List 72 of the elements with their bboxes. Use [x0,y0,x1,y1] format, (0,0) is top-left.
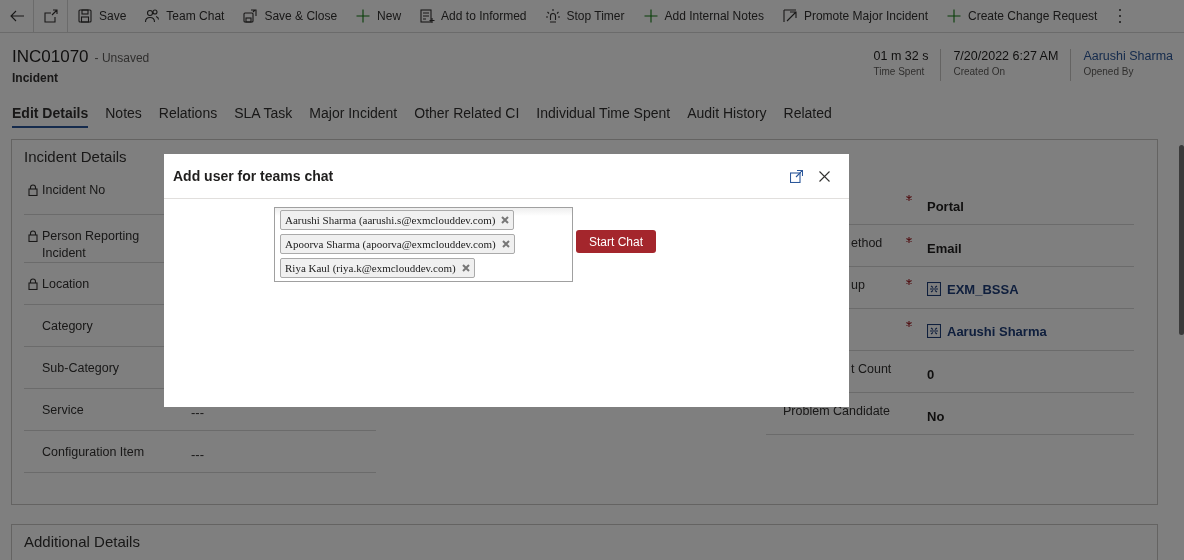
field-label: Category [42,318,93,335]
record-icon [927,324,941,338]
user-name: Apoorva Sharma (apoorva@exmclouddev.com) [285,238,496,250]
list-add-icon [419,8,436,24]
dialog-title: Add user for teams chat [173,168,334,184]
tab[interactable]: Other Related CI [414,105,520,128]
save-status: - Unsaved [94,51,150,65]
tab[interactable]: SLA Task [234,105,293,128]
record-icon [927,282,941,296]
section-title: Additional Details [24,533,141,550]
remove-icon[interactable] [501,240,510,248]
header-link[interactable]: Aarushi Sharma [1083,49,1173,63]
save-icon [77,8,93,24]
light-icon [544,8,561,24]
toolbar-button[interactable]: Stop Timer [535,0,634,32]
more-icon [1118,8,1123,24]
remove-icon[interactable] [501,216,510,224]
field-label: Sub-Category [42,360,120,377]
field-value: Email [927,240,962,258]
start-chat-button[interactable]: Start Chat [576,230,657,253]
plus-icon [946,8,962,24]
toolbar-button[interactable]: Save [68,0,136,32]
tab[interactable]: Edit Details [12,105,89,128]
header-value: 01 m 32 s [873,49,929,63]
user-name: Riya Kaul (riya.k@exmclouddev.com) [285,262,456,274]
field-value: --- [191,404,204,422]
field-value: 0 [927,366,935,384]
toolbar-button[interactable]: Add Internal Notes [633,0,773,32]
field-label: Incident No [42,182,106,199]
record-title: INC01070 [12,47,89,67]
field-value: --- [191,446,204,464]
remove-icon[interactable] [461,264,470,272]
tab[interactable]: Individual Time Spent [536,105,671,128]
header-label: Time Spent [873,66,926,77]
save-close-icon [242,8,259,24]
field-label: t Count [850,361,892,378]
window-icon [42,8,59,24]
field-label: Person Reporting Incident [42,228,141,262]
lookup-link[interactable]: Aarushi Sharma [947,323,1047,339]
recipient-field[interactable]: Aarushi Sharma (aarushi.s@exmclouddev.com) Apoorva Sharma (apoorva@exmclouddev.com) Riya Kaul (riya.k@exmclouddev.com) [274,207,573,282]
header-label: Created On [953,66,1007,77]
toolbar-button[interactable]: Promote Major Incident [772,0,937,32]
section-title: Incident Details [24,148,128,165]
tab[interactable]: Relations [158,105,218,128]
field-label: ethod [850,235,883,252]
field-value: No [927,408,945,426]
field-value: Portal [927,198,964,216]
entity-name: Incident [12,71,59,85]
plus-icon [355,8,372,24]
field-label: Service [42,402,84,419]
toolbar-button[interactable]: Team Chat [135,0,234,32]
field-label: Configuration Item [42,444,145,461]
header-value: 7/20/2022 6:27 AM [953,49,1059,63]
people-icon [144,8,161,24]
user-name: Aarushi Sharma (aarushi.s@exmclouddev.com) [285,214,496,226]
back-arrow-icon [8,8,25,24]
plus-icon [642,8,659,24]
toolbar-button[interactable]: New [346,0,411,32]
toolbar-button[interactable]: Create Change Request [937,0,1107,32]
lookup-link[interactable]: EXM_BSSA [947,281,1019,297]
tab[interactable]: Audit History [687,105,767,128]
tab[interactable]: Major Incident [309,105,398,128]
close-icon [819,170,830,182]
field-label: up [850,277,865,294]
expand-icon [790,169,803,183]
toolbar-button[interactable]: Save & Close [233,0,347,32]
toolbar-button[interactable]: Add to Informed [410,0,536,32]
field-label: Location [42,276,90,293]
tab[interactable]: Notes [105,105,142,128]
diagonal-arrow-icon [781,8,798,24]
tab[interactable]: Related [783,105,832,128]
header-label: Opened By [1083,66,1135,77]
